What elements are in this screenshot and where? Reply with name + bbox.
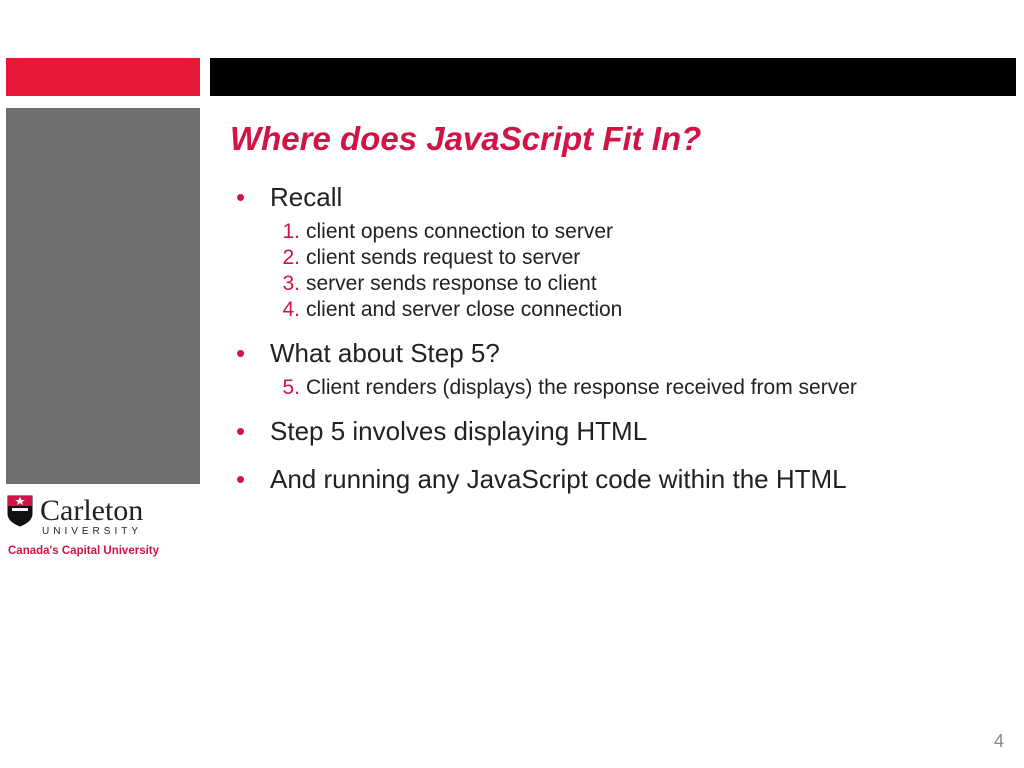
step-text: client opens connection to server	[306, 220, 613, 244]
logo-row: Carleton	[6, 494, 206, 528]
step-number: 2.	[230, 246, 306, 270]
step-number: 5.	[230, 376, 306, 400]
bullet-dot-icon: •	[230, 336, 270, 370]
step-text: client sends request to server	[306, 246, 580, 270]
step-text: client and server close connection	[306, 298, 622, 322]
header-black-block	[210, 58, 1016, 96]
bullet-text: Recall	[270, 180, 342, 214]
bullet-dot-icon: •	[230, 414, 270, 448]
step-text: Client renders (displays) the response r…	[306, 376, 857, 400]
bullet-text: What about Step 5?	[270, 336, 500, 370]
bullet-text: Step 5 involves displaying HTML	[270, 414, 647, 448]
bullet-recall: • Recall	[230, 180, 1010, 214]
list-item: 2. client sends request to server	[230, 246, 1010, 270]
step5-list: 5. Client renders (displays) the respons…	[230, 376, 1010, 400]
carleton-logo-block: Carleton UNIVERSITY Canada's Capital Uni…	[6, 494, 206, 557]
logo-name: Carleton	[40, 496, 143, 526]
list-item: 1. client opens connection to server	[230, 220, 1010, 244]
recall-steps-list: 1. client opens connection to server 2. …	[230, 220, 1010, 322]
step-number: 1.	[230, 220, 306, 244]
list-item: 5. Client renders (displays) the respons…	[230, 376, 1010, 400]
bullet-display-html: • Step 5 involves displaying HTML	[230, 414, 1010, 448]
logo-subtitle: UNIVERSITY	[42, 526, 206, 537]
header-red-block	[6, 58, 200, 96]
list-item: 4. client and server close connection	[230, 298, 1010, 322]
logo-text-wrap: Carleton	[40, 496, 143, 526]
bullet-run-js: • And running any JavaScript code within…	[230, 462, 1010, 496]
bullet-step5-question: • What about Step 5?	[230, 336, 1010, 370]
step-number: 3.	[230, 272, 306, 296]
logo-tagline: Canada's Capital University	[8, 545, 206, 557]
step-number: 4.	[230, 298, 306, 322]
bullet-text: And running any JavaScript code within t…	[270, 462, 847, 496]
bullet-dot-icon: •	[230, 462, 270, 496]
list-item: 3. server sends response to client	[230, 272, 1010, 296]
step-text: server sends response to client	[306, 272, 597, 296]
slide-content: Where does JavaScript Fit In? • Recall 1…	[230, 120, 1010, 502]
page-number: 4	[994, 731, 1004, 752]
shield-icon	[6, 494, 34, 528]
bullet-dot-icon: •	[230, 180, 270, 214]
slide-title: Where does JavaScript Fit In?	[230, 120, 1010, 158]
sidebar-grey-block	[6, 108, 200, 484]
